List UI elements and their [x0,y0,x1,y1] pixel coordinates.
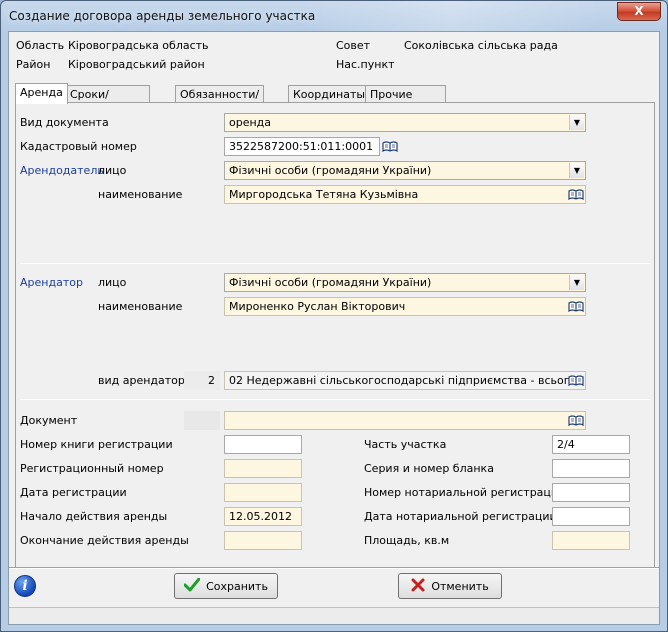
tab-prochie[interactable]: Прочие арендаторы [365,85,446,114]
window-title: Создание договора аренды земельного учас… [9,9,316,23]
part-input[interactable]: 2/4 [552,435,630,454]
end-date-label: Окончание действия аренды [20,534,189,547]
doc-type-value: оренда [229,116,272,129]
series-input[interactable] [552,459,630,478]
series-label: Серия и номер бланка [364,462,494,475]
lessor-person-label: лицо [98,164,127,177]
lessor-name-label: наименование [98,188,183,201]
document-field[interactable] [224,411,586,430]
tab-koordinaty[interactable]: Координаты [288,85,371,103]
rayon-label: Район [16,58,51,71]
reg-date-input[interactable] [224,483,302,502]
lessor-person-select[interactable]: Фізичні особи (громадяни України) ▼ [224,161,586,180]
close-button[interactable]: X [617,2,661,21]
title-bar-glow [301,1,601,31]
lessee-kind-label: вид арендатора [98,374,192,387]
book-icon[interactable] [568,301,584,313]
status-bar [9,607,659,624]
document-label: Документ [20,414,78,427]
lessee-section-label: Арендатор [20,276,83,289]
check-icon [183,577,201,595]
dialog-client-area: Область Кіровоградська область Район Кір… [8,31,660,625]
lessee-person-value: Фізичні особи (громадяни України) [229,276,432,289]
divider [20,399,650,400]
nas-punkt-label: Нас.пункт [336,58,395,71]
notary-no-label: Номер нотариальной регистрации [364,486,566,499]
tab-obyazannosti[interactable]: Обязанности/права [175,85,265,114]
lessee-kind-code: 2 [184,371,220,390]
info-icon[interactable]: i [14,575,36,597]
oblast-value: Кіровоградська область [68,39,209,52]
document-code [184,411,220,430]
chevron-down-icon[interactable]: ▼ [569,115,584,130]
lessor-name-field[interactable]: Миргородська Тетяна Кузьмівна [224,185,586,204]
reg-date-label: Дата регистрации [20,486,127,499]
lessor-section-label: Арендодатель [20,164,104,177]
notary-date-label: Дата нотариальной регистрации [364,510,557,523]
area-label: Площадь, кв.м [364,534,450,547]
cadastral-label: Кадастровый номер [20,140,137,153]
start-date-input[interactable]: 12.05.2012 [224,507,302,526]
tab-panel-arenda: Вид документа оренда ▼ Кадастровый номер… [15,102,655,568]
save-button[interactable]: Сохранить [174,573,278,599]
end-date-input[interactable] [224,531,302,550]
oblast-label: Область [16,39,65,52]
lessee-name-label: наименование [98,300,183,313]
lessee-person-select[interactable]: Фізичні особи (громадяни України) ▼ [224,273,586,292]
reg-no-label: Регистрационный номер [20,462,164,475]
lessee-name-field[interactable]: Мироненко Руслан Вікторович [224,297,586,316]
title-bar[interactable]: Создание договора аренды земельного учас… [1,1,667,31]
book-icon[interactable] [568,415,584,427]
sovet-value: Соколівська сільська рада [404,39,558,52]
cross-icon [411,578,425,595]
area-input[interactable] [552,531,630,550]
cadastral-input[interactable]: 3522587200:51:011:0001 [224,137,380,156]
start-date-label: Начало действия аренды [20,510,168,523]
sovet-label: Совет [336,39,371,52]
rayon-value: Кіровоградський район [68,58,205,71]
reg-no-input[interactable] [224,459,302,478]
doc-type-select[interactable]: оренда ▼ [224,113,586,132]
notary-no-input[interactable] [552,483,630,502]
tab-sroki[interactable]: Сроки/ограничения [65,85,150,114]
cancel-button-label: Отменить [431,579,489,593]
notary-date-input[interactable] [552,507,630,526]
part-label: Часть участка [364,438,447,451]
cancel-button[interactable]: Отменить [398,573,502,599]
lessor-person-value: Фізичні особи (громадяни України) [229,164,432,177]
chevron-down-icon[interactable]: ▼ [569,275,584,290]
divider [20,263,650,264]
doc-type-label: Вид документа [20,116,109,129]
dialog-window: Создание договора аренды земельного учас… [0,0,668,632]
chevron-down-icon[interactable]: ▼ [569,163,584,178]
book-icon[interactable] [568,375,584,387]
book-icon[interactable] [568,189,584,201]
book-icon[interactable] [382,141,398,153]
lessee-kind-field[interactable]: 02 Недержавні сільськогосподарські підпр… [224,371,586,390]
tab-arenda[interactable]: Аренда [15,83,68,104]
save-button-label: Сохранить [206,579,268,593]
book-no-label: Номер книги регистрации [20,438,173,451]
lessee-person-label: лицо [98,276,127,289]
book-no-input[interactable] [224,435,302,454]
bottom-divider [9,567,659,569]
